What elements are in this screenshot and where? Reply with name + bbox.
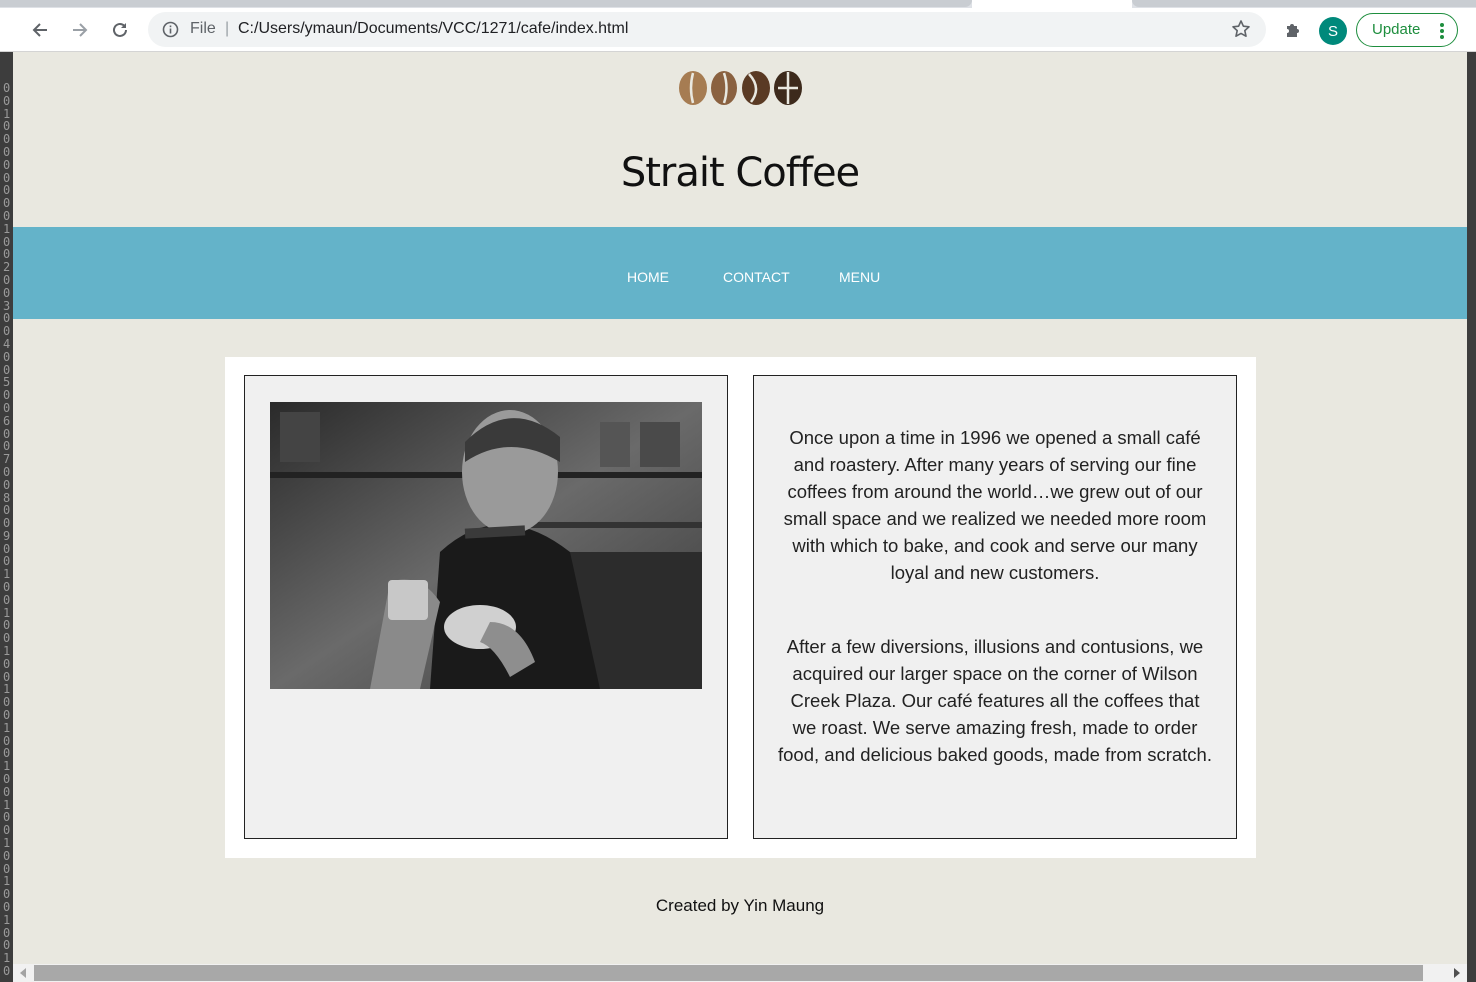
address-bar[interactable]: File | C:/Users/ymaun/Documents/VCC/1271… (148, 12, 1266, 47)
tab-inactive[interactable] (1132, 0, 1476, 7)
story-paragraph: Once upon a time in 1996 we opened a sma… (783, 427, 1207, 583)
line-number-column: 0 0 1 0 0 0 0 0 0 0 0 1 0 0 2 0 0 3 0 0 … (3, 82, 11, 978)
background-editor-strip-right (1467, 52, 1476, 982)
nav-menu-link[interactable]: MENU (839, 269, 880, 285)
nav-contact-link[interactable]: CONTACT (723, 269, 790, 285)
tab-inactive[interactable] (0, 0, 972, 7)
main-nav: HOME CONTACT MENU (13, 227, 1467, 319)
tab-active[interactable] (972, 0, 1132, 8)
scroll-left-icon[interactable] (19, 968, 27, 978)
reload-button[interactable] (105, 15, 135, 45)
horizontal-scrollbar[interactable] (13, 964, 1467, 982)
extensions-button[interactable] (1278, 15, 1308, 45)
nav-home-link[interactable]: HOME (627, 269, 669, 285)
forward-button[interactable] (65, 15, 95, 45)
url-separator: | (225, 20, 230, 37)
arrow-right-icon (73, 23, 88, 37)
star-icon[interactable] (1231, 19, 1251, 39)
profile-avatar[interactable]: S (1319, 17, 1347, 45)
coffee-beans-logo (679, 71, 802, 105)
story-panel: Once upon a time in 1996 we opened a sma… (753, 375, 1237, 839)
url-scheme-label: File (190, 20, 216, 37)
photo-panel (244, 375, 728, 839)
browser-toolbar: File | C:/Users/ymaun/Documents/VCC/1271… (0, 8, 1476, 52)
story-paragraph: After a few diversions, illusions and co… (778, 636, 1212, 765)
info-icon[interactable] (162, 21, 179, 38)
update-label: Update (1372, 21, 1421, 38)
scroll-right-icon[interactable] (1453, 968, 1461, 978)
scrollbar-thumb[interactable] (34, 965, 1423, 981)
background-editor-strip: 0 0 1 0 0 0 0 0 0 0 0 1 0 0 2 0 0 3 0 0 … (0, 52, 13, 982)
site-title: Strait Coffee (620, 150, 860, 196)
page-viewport: Strait Coffee HOME CONTACT MENU Once upo… (13, 52, 1467, 964)
browser-window: File | C:/Users/ymaun/Documents/VCC/1271… (0, 0, 1476, 982)
puzzle-piece-icon (1287, 24, 1299, 37)
kebab-menu-icon[interactable] (1439, 22, 1445, 40)
arrow-left-icon (32, 23, 47, 37)
url-text[interactable]: C:/Users/ymaun/Documents/VCC/1271/cafe/i… (238, 20, 628, 38)
reload-icon (113, 22, 127, 37)
barista-photo (270, 402, 702, 689)
update-button[interactable]: Update (1356, 13, 1458, 47)
back-button[interactable] (25, 15, 55, 45)
footer-credit: Created by Yin Maung (655, 896, 825, 915)
content-card: Once upon a time in 1996 we opened a sma… (225, 357, 1256, 858)
tab-strip (0, 0, 1476, 8)
